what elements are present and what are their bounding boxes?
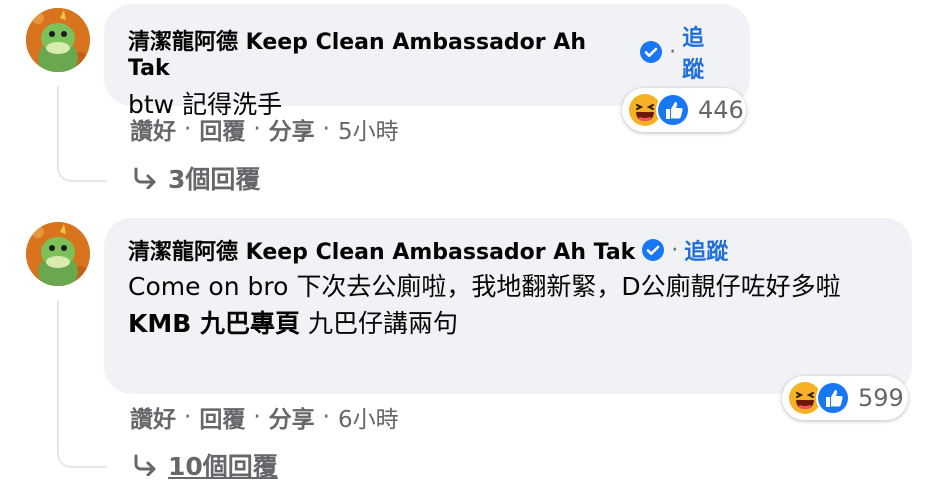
comment-mention-line: KMB 九巴專頁 九巴仔講兩句: [128, 305, 888, 342]
share-button[interactable]: 分享: [269, 112, 315, 146]
comment-author[interactable]: 清潔龍阿德 Keep Clean Ambassador Ah Tak: [128, 24, 633, 81]
separator: ·: [184, 116, 192, 142]
follow-button[interactable]: 追蹤: [682, 20, 726, 84]
share-button[interactable]: 分享: [269, 400, 315, 434]
like-reaction-icon: [656, 93, 690, 127]
timestamp[interactable]: 6小時: [338, 400, 399, 434]
like-button[interactable]: 讚好: [130, 112, 176, 146]
view-replies-link[interactable]: 3個回覆: [132, 160, 260, 196]
timestamp[interactable]: 5小時: [338, 112, 399, 146]
mention-link[interactable]: KMB 九巴專頁: [128, 309, 300, 338]
comment-actions: 讚好 · 回覆 · 分享 · 5小時: [130, 112, 399, 146]
dragon-mascot-avatar-icon: [26, 8, 90, 72]
replies-count-label: 10個回覆: [168, 452, 278, 481]
comment-header: 清潔龍阿德 Keep Clean Ambassador Ah Tak · 追蹤: [128, 20, 726, 84]
reaction-icons: [788, 381, 850, 415]
thread-line: [57, 300, 59, 445]
thread-line: [57, 86, 59, 159]
separator: ·: [184, 404, 192, 430]
avatar[interactable]: [26, 222, 90, 286]
verified-badge-icon: [639, 40, 663, 64]
comment-body-2: 九巴仔講兩句: [307, 309, 458, 338]
reply-arrow-icon: [134, 167, 156, 189]
follow-button[interactable]: 追蹤: [684, 234, 728, 266]
replies-count-label: 3個回覆: [168, 165, 261, 194]
comment-text: Come on bro 下次去公廁啦，我地翻新緊，D公廁靚仔咗好多啦 KMB 九…: [128, 268, 888, 342]
thread-curve: [57, 158, 107, 182]
separator: ·: [253, 116, 261, 142]
separator: ·: [322, 404, 330, 430]
comment-bubble: 清潔龍阿德 Keep Clean Ambassador Ah Tak · 追蹤 …: [104, 218, 912, 394]
avatar[interactable]: [26, 8, 90, 72]
verified-badge-icon: [641, 238, 665, 262]
reaction-count: 599: [858, 384, 904, 412]
comment-actions: 讚好 · 回覆 · 分享 · 6小時: [130, 400, 399, 434]
like-button[interactable]: 讚好: [130, 400, 176, 434]
dragon-mascot-avatar-icon: [26, 222, 90, 286]
reply-button[interactable]: 回覆: [199, 112, 245, 146]
comment-body: Come on bro 下次去公廁啦，我地翻新緊，D公廁靚仔咗好多啦: [128, 272, 841, 301]
like-reaction-icon: [816, 381, 850, 415]
view-replies-link[interactable]: 10個回覆: [132, 447, 278, 483]
comment-author[interactable]: 清潔龍阿德 Keep Clean Ambassador Ah Tak: [128, 234, 635, 266]
reaction-count: 446: [698, 96, 744, 124]
reaction-icons: [628, 93, 690, 127]
separator: ·: [671, 237, 679, 263]
separator: ·: [322, 116, 330, 142]
reply-button[interactable]: 回覆: [199, 400, 245, 434]
comment-header: 清潔龍阿德 Keep Clean Ambassador Ah Tak · 追蹤: [128, 234, 888, 266]
reactions-summary[interactable]: 446: [622, 88, 746, 132]
thread-curve: [57, 444, 107, 468]
separator: ·: [669, 39, 677, 65]
separator: ·: [253, 404, 261, 430]
reply-arrow-icon: [134, 454, 156, 476]
reactions-summary[interactable]: 599: [782, 376, 908, 420]
